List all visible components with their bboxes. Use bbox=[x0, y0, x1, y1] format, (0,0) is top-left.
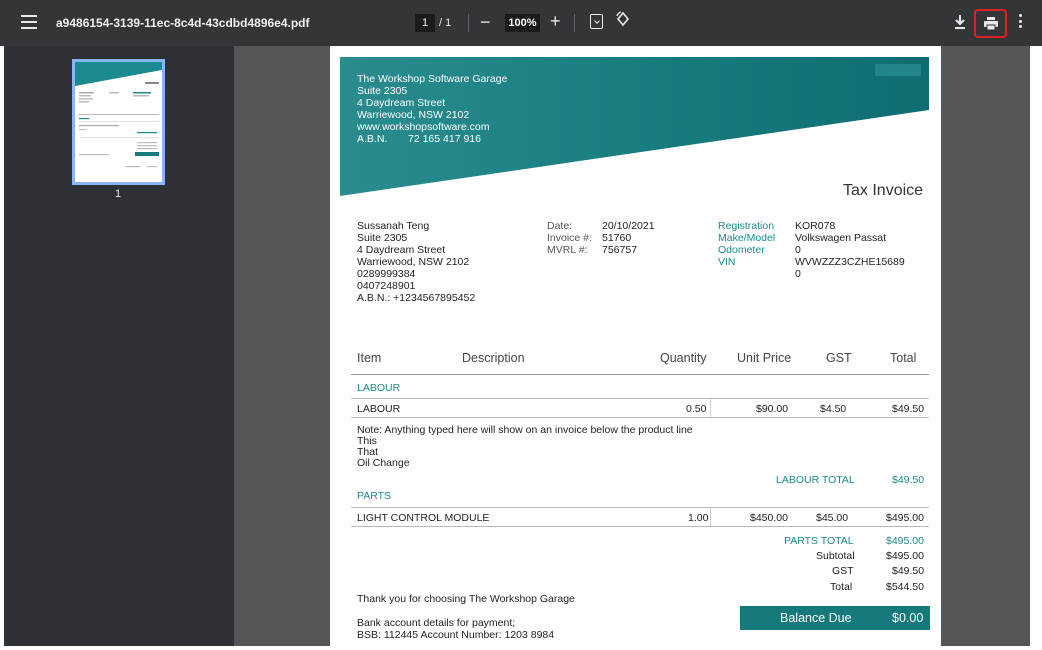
print-icon bbox=[984, 17, 998, 30]
company-address-line: Suite 2305 bbox=[357, 85, 408, 97]
viewer-scrollbar-area[interactable] bbox=[1030, 46, 1042, 650]
parts-total-label: PARTS TOTAL bbox=[784, 535, 854, 547]
line-item-unit-price: $450.00 bbox=[750, 512, 788, 524]
print-button[interactable] bbox=[974, 9, 1007, 38]
column-header-quantity: Quantity bbox=[660, 351, 707, 365]
line-item-total: $495.00 bbox=[886, 512, 924, 524]
cell-divider bbox=[710, 399, 711, 417]
line-item-name: LIGHT CONTROL MODULE bbox=[357, 512, 490, 524]
line-item-qty: 0.50 bbox=[686, 403, 707, 415]
column-header-item: Item bbox=[357, 351, 382, 365]
total-label: Total bbox=[830, 581, 853, 593]
registration-value: KOR078 bbox=[795, 220, 836, 232]
fit-to-page-icon[interactable] bbox=[590, 14, 603, 29]
zoom-out-button[interactable]: − bbox=[480, 13, 491, 31]
registration-label: Registration bbox=[718, 220, 775, 232]
bank-details: BSB: 112445 Account Number: 1203 8984 bbox=[357, 629, 555, 641]
balance-due-value: $0.00 bbox=[892, 611, 924, 625]
parts-total-value: $495.00 bbox=[886, 535, 924, 547]
subtotal-label: Subtotal bbox=[816, 550, 855, 562]
balance-due-label: Balance Due bbox=[780, 611, 852, 625]
bank-details-heading: Bank account details for payment; bbox=[357, 617, 516, 629]
row-rule bbox=[351, 526, 929, 527]
column-header-total: Total bbox=[890, 351, 917, 365]
odometer-value: 0 bbox=[795, 244, 801, 256]
thumbnail-sidebar: 1 bbox=[4, 46, 234, 646]
customer-address-line: 4 Daydream Street bbox=[357, 244, 446, 256]
company-name: The Workshop Software Garage bbox=[357, 73, 508, 85]
customer-phone: 0289999384 bbox=[357, 268, 416, 280]
column-header-description: Description bbox=[462, 351, 525, 365]
page-number-input[interactable]: 1 bbox=[415, 14, 435, 32]
labour-total-label: LABOUR TOTAL bbox=[776, 474, 855, 486]
line-item-qty: 1.00 bbox=[688, 512, 709, 524]
zoom-in-button[interactable]: + bbox=[550, 11, 561, 31]
company-address-line: 4 Daydream Street bbox=[357, 97, 446, 109]
line-item-name: LABOUR bbox=[357, 403, 401, 415]
line-item-unit-price: $90.00 bbox=[756, 403, 789, 415]
odometer-label: Odometer bbox=[718, 244, 765, 256]
invoice-number: 51760 bbox=[602, 232, 632, 244]
invoice-number-label: Invoice #: bbox=[547, 232, 592, 244]
line-item-note: Oil Change bbox=[357, 457, 410, 469]
customer-mobile: 0407248901 bbox=[357, 280, 416, 292]
invoice-title: Tax Invoice bbox=[843, 182, 924, 199]
toolbar-divider bbox=[468, 14, 469, 32]
pdf-toolbar: a9486154-3139-11ec-8c4d-43cdbd4896e4.pdf… bbox=[0, 0, 1042, 46]
make-model-value: Volkswagen Passat bbox=[795, 232, 887, 244]
table-header-rule bbox=[351, 374, 929, 375]
vin-value: WVWZZZ3CZHE15689 bbox=[795, 256, 905, 268]
download-icon[interactable] bbox=[954, 14, 966, 30]
document-viewer[interactable]: The Workshop Software Garage Suite 2305 … bbox=[234, 46, 1030, 646]
customer-address-line: Warriewood, NSW 2102 bbox=[357, 256, 470, 268]
row-rule bbox=[351, 417, 929, 418]
gst-label: GST bbox=[832, 565, 854, 577]
line-item-gst: $4.50 bbox=[820, 403, 847, 415]
mvrl-label: MVRL #: bbox=[547, 244, 588, 256]
document-title: a9486154-3139-11ec-8c4d-43cdbd4896e4.pdf bbox=[56, 16, 310, 30]
date-label: Date: bbox=[547, 220, 573, 232]
customer-name: Sussanah Teng bbox=[357, 220, 430, 232]
balance-due-box: Balance Due $0.00 bbox=[740, 606, 930, 630]
gst-value: $49.50 bbox=[892, 565, 925, 577]
invoice-date: 20/10/2021 bbox=[602, 220, 655, 232]
make-model-label: Make/Model bbox=[718, 232, 776, 244]
line-item-total: $49.50 bbox=[892, 403, 925, 415]
company-address-line: Warriewood, NSW 2102 bbox=[357, 109, 470, 121]
thumbnail-page-number: 1 bbox=[115, 188, 122, 200]
section-labour: LABOUR bbox=[357, 382, 401, 394]
line-item-note: Note: Anything typed here will show on a… bbox=[357, 424, 693, 436]
labour-total-value: $49.50 bbox=[892, 474, 925, 486]
column-header-gst: GST bbox=[826, 351, 852, 365]
customer-abn: A.B.N.: +1234567895452 bbox=[357, 292, 476, 304]
pdf-page: The Workshop Software Garage Suite 2305 … bbox=[330, 46, 941, 646]
section-parts: PARTS bbox=[357, 490, 392, 502]
subtotal-value: $495.00 bbox=[886, 550, 924, 562]
total-value: $544.50 bbox=[886, 581, 924, 593]
company-abn: 72 165 417 916 bbox=[408, 133, 481, 145]
thank-you-message: Thank you for choosing The Workshop Gara… bbox=[357, 593, 575, 605]
more-options-icon[interactable] bbox=[1019, 14, 1023, 30]
customer-address-line: Suite 2305 bbox=[357, 232, 408, 244]
page-thumbnail[interactable] bbox=[72, 59, 165, 185]
rotate-icon[interactable] bbox=[615, 11, 631, 32]
cell-divider bbox=[710, 508, 711, 526]
page-total: / 1 bbox=[439, 17, 452, 29]
company-website: www.workshopsoftware.com bbox=[357, 121, 490, 133]
vehicle-extra-value: 0 bbox=[795, 268, 801, 280]
row-rule bbox=[351, 507, 929, 508]
line-item-gst: $45.00 bbox=[816, 512, 849, 524]
column-header-unit-price: Unit Price bbox=[737, 351, 792, 365]
mvrl-number: 756757 bbox=[602, 244, 638, 256]
zoom-level-input[interactable]: 100% bbox=[505, 14, 540, 32]
row-rule bbox=[351, 398, 929, 399]
toolbar-divider bbox=[574, 14, 575, 32]
vin-label: VIN bbox=[718, 256, 736, 268]
menu-icon[interactable] bbox=[21, 15, 37, 29]
company-abn-label: A.B.N. bbox=[357, 133, 388, 145]
